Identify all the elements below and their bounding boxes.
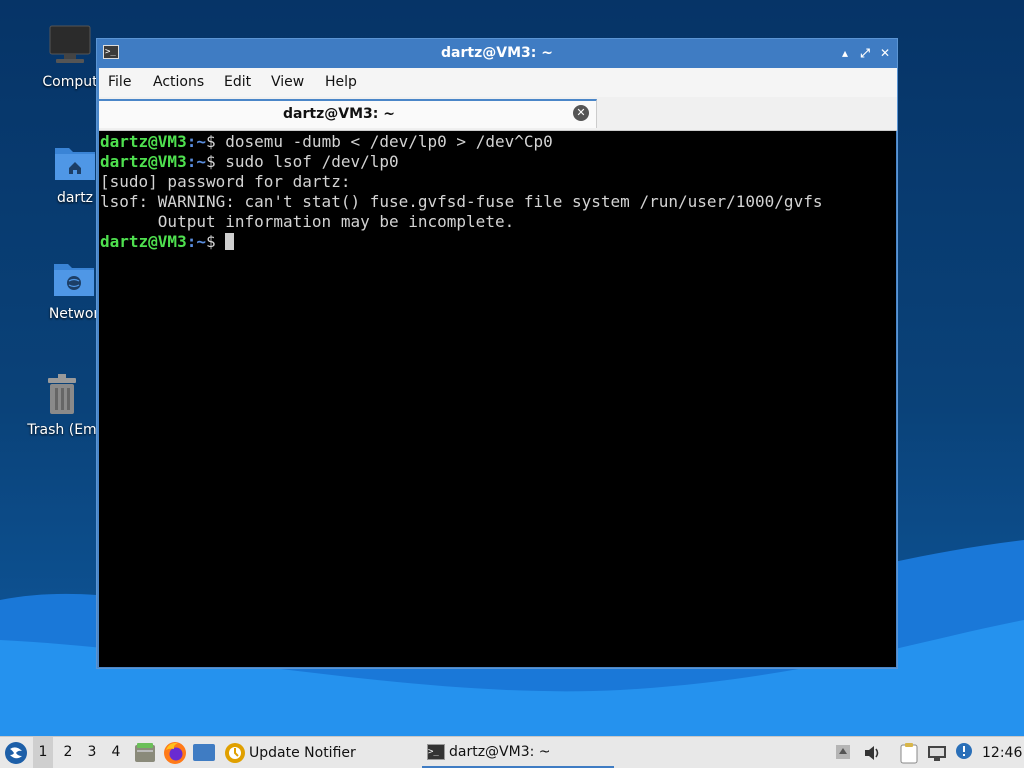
minimize-button[interactable]: ▴ [837, 45, 853, 61]
terminal-text: sudo lsof /dev/lp0 [225, 152, 399, 171]
network-folder-icon [52, 256, 96, 300]
menu-edit[interactable]: Edit [224, 74, 251, 90]
computer-icon [48, 24, 92, 68]
text-cursor [225, 233, 235, 250]
workspace-1[interactable]: 1 [33, 737, 53, 768]
terminal-output[interactable]: dartz@VM3:~$ dosemu -dumb < /dev/lp0 > /… [99, 131, 896, 667]
notification-icon[interactable] [955, 742, 973, 762]
file-manager-icon[interactable] [134, 742, 156, 764]
volume-icon[interactable] [863, 744, 881, 762]
tab-bar: dartz@VM3: ~ ✕ [99, 97, 897, 131]
task-label: dartz@VM3: ~ [449, 743, 551, 760]
prompt-path: :~ [186, 152, 206, 171]
close-button[interactable]: ✕ [877, 45, 893, 61]
task-terminal[interactable]: >_ dartz@VM3: ~ [422, 737, 614, 768]
menu-view[interactable]: View [271, 74, 304, 90]
maximize-button[interactable]: ⤢ [857, 45, 873, 61]
firefox-icon[interactable] [163, 741, 187, 765]
show-desktop-icon[interactable] [193, 744, 215, 762]
trash-icon [40, 372, 84, 416]
prompt-sign: $ [205, 232, 226, 251]
tab-label: dartz@VM3: ~ [283, 106, 395, 122]
terminal-line: dartz@VM3:~$ dosemu -dumb < /dev/lp0 > /… [100, 132, 896, 152]
clock[interactable]: 12:46 [982, 745, 1022, 768]
menu-file[interactable]: File [108, 74, 131, 90]
clipboard-icon[interactable] [900, 742, 918, 764]
prompt-user: dartz@VM3 [100, 232, 187, 251]
update-notifier-icon [224, 742, 246, 764]
terminal-line: Output information may be incomplete. [100, 212, 896, 232]
terminal-text: dosemu -dumb < /dev/lp0 > /dev^Cp0 [225, 132, 553, 151]
workspace-3[interactable]: 3 [82, 744, 102, 768]
prompt-sign: $ [205, 152, 226, 171]
terminal-line: lsof: WARNING: can't stat() fuse.gvfsd-f… [100, 192, 896, 212]
home-folder-icon [53, 140, 97, 184]
workspace-2[interactable]: 2 [58, 744, 78, 768]
workspace-4[interactable]: 4 [106, 744, 126, 768]
prompt-user: dartz@VM3 [100, 132, 187, 151]
terminal-line: [sudo] password for dartz: [100, 172, 896, 192]
task-update-notifier[interactable]: Update Notifier [224, 737, 414, 768]
terminal-text: [sudo] password for dartz: [100, 172, 351, 191]
terminal-icon: >_ [427, 743, 445, 760]
terminal-line: dartz@VM3:~$ sudo lsof /dev/lp0 [100, 152, 896, 172]
terminal-window: >_ dartz@VM3: ~ ▴ ⤢ ✕ File Actions Edit … [96, 38, 898, 669]
menu-actions[interactable]: Actions [153, 74, 204, 90]
prompt-path: :~ [186, 132, 206, 151]
terminal-line: dartz@VM3:~$ [100, 232, 896, 252]
menu-help[interactable]: Help [325, 74, 357, 90]
tab-terminal[interactable]: dartz@VM3: ~ ✕ [99, 99, 597, 128]
menu-bar: File Actions Edit View Help [99, 68, 897, 97]
network-icon[interactable] [927, 744, 947, 762]
prompt-path: :~ [186, 232, 206, 251]
tray-up-arrow-icon[interactable] [835, 744, 851, 760]
prompt-sign: $ [205, 132, 226, 151]
window-title: dartz@VM3: ~ [441, 45, 553, 61]
task-label: Update Notifier [249, 744, 356, 761]
start-menu-icon[interactable] [4, 741, 28, 765]
tab-close-icon[interactable]: ✕ [573, 105, 589, 121]
prompt-user: dartz@VM3 [100, 152, 187, 171]
taskbar: 1 2 3 4 Update Notifier >_ dartz@VM3: ~ … [0, 736, 1024, 768]
terminal-text: lsof: WARNING: can't stat() fuse.gvfsd-f… [100, 192, 823, 211]
window-titlebar[interactable]: >_ dartz@VM3: ~ ▴ ⤢ ✕ [97, 39, 897, 68]
terminal-text: Output information may be incomplete. [100, 212, 515, 231]
